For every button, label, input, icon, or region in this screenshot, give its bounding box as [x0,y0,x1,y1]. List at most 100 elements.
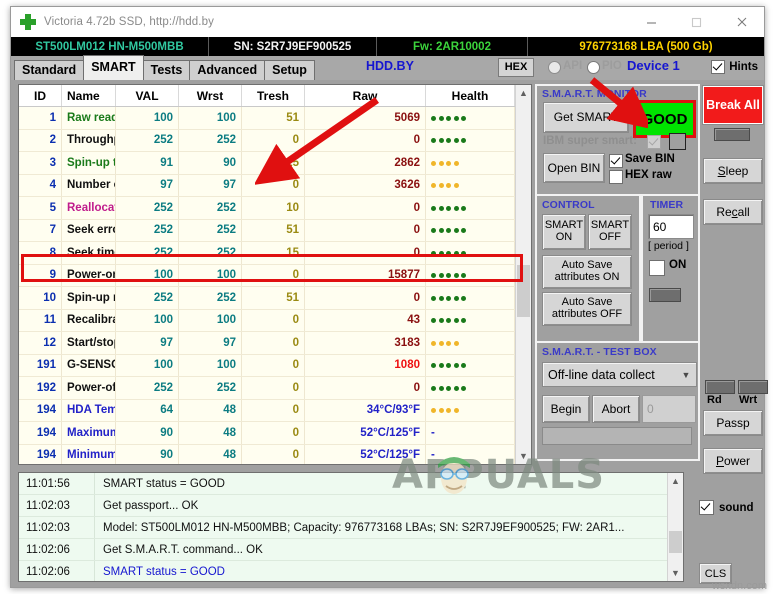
log-list: 11:01:56 SMART status = GOOD 11:02:03 Get p… [19,473,683,581]
break-all-button[interactable]: Break All [703,86,763,124]
table-row[interactable]: 7Seek error rate252252510 [19,219,515,242]
recall-button[interactable]: Recall [703,199,763,225]
begin-button[interactable]: Begin [542,395,590,423]
hex-button[interactable]: HEX [498,58,534,77]
cell-health [425,241,515,265]
timer-on-checkbox[interactable] [649,260,665,276]
table-row[interactable]: 1Raw read error rate100100515069 [19,106,515,130]
table-scrollbar[interactable]: ▲ ▼ [515,85,531,464]
table-row[interactable]: 11Recalibration retries100100043 [19,309,515,332]
table-row[interactable]: 194HDA Temperature6448034°C/93°F [19,399,515,422]
tab-advanced[interactable]: Advanced [189,60,266,80]
test-select[interactable]: Off-line data collect ▼ [542,362,697,387]
column-header-val[interactable]: VAL [115,85,179,107]
hddby-link[interactable]: HDD.BY [366,59,414,73]
minimize-button[interactable] [629,7,674,37]
column-header-name[interactable]: Name [61,85,116,107]
pio-radio[interactable] [587,61,600,74]
window-controls [629,7,764,37]
log-scrollbar[interactable]: ▲ ▼ [667,473,683,581]
drive-serial: SN: S2R7J9EF900525 [209,37,377,56]
cell-raw: 0 [304,219,426,242]
abort-button[interactable]: Abort [592,395,640,423]
column-header-health[interactable]: Health [425,85,515,107]
smart-on-button[interactable]: SMART ON [542,214,586,250]
table-row[interactable]: 3Spin-up time9190252862 [19,151,515,175]
test-select-value: Off-line data collect [548,367,655,382]
cell-id: 8 [19,241,62,265]
close-button[interactable] [719,7,764,37]
cell-name: G-SENSOR shock counter [61,354,116,377]
maximize-button[interactable] [674,7,719,37]
log-scroll-up-icon[interactable]: ▲ [668,473,683,489]
chevron-down-icon[interactable]: ▼ [676,370,696,380]
rd-label: Rd [707,394,722,406]
cell-raw: 34°C/93°F [304,399,426,422]
api-radio[interactable] [548,61,561,74]
auto-save-on-line2: attributes ON [554,271,620,283]
tab-standard[interactable]: Standard [14,60,85,80]
hints-checkbox[interactable] [711,60,726,74]
cell-val: 90 [115,444,179,464]
scroll-thumb[interactable] [517,265,530,317]
column-header-raw[interactable]: Raw [304,85,426,107]
auto-save-off-button[interactable]: Auto Save attributes OFF [542,292,632,326]
table-row[interactable]: 194Maximum temperature9048052°C/125°F- [19,421,515,445]
open-bin-button[interactable]: Open BIN [543,153,605,183]
log-panel: 11:01:56 SMART status = GOOD 11:02:03 Get p… [18,472,684,582]
sound-checkbox[interactable] [699,500,714,515]
hex-raw-checkbox[interactable] [609,170,623,184]
passp-button[interactable]: Passp [703,410,763,436]
table-row[interactable]: 10Spin-up retries252252510 [19,286,515,310]
hints-toggle[interactable]: Hints [711,60,758,74]
scroll-down-icon[interactable]: ▼ [516,448,531,464]
table-row[interactable]: 9Power-on time100100015877 [19,264,515,287]
cell-tresh: 0 [241,174,305,197]
auto-save-on-button[interactable]: Auto Save attributes ON [542,255,632,289]
log-timestamp: 11:02:06 [26,565,70,578]
table-row[interactable]: 12Start/stop count979703183 [19,331,515,355]
victoria-logo-icon [17,11,39,33]
column-header-wrst[interactable]: Wrst [178,85,242,107]
cell-name: Minimum temperature [61,444,116,464]
ibm-extra-checkbox[interactable] [669,133,686,150]
table-row[interactable]: 2Throughput perfomance25225200 [19,129,515,152]
tab-smart[interactable]: SMART [83,55,144,80]
table-row[interactable]: 4Number of spin-up times979703626 [19,174,515,197]
api-label: API [563,60,583,72]
column-header-id[interactable]: ID [19,85,62,107]
scroll-up-icon[interactable]: ▲ [516,85,531,101]
pio-label: PIO [602,60,622,72]
cell-wrst: 90 [178,151,242,175]
save-bin-checkbox[interactable] [609,154,623,168]
table-row[interactable]: 8Seek time perfomance252252150 [19,241,515,265]
sleep-button[interactable]: Sleep [703,158,763,184]
ibm-super-smart-checkbox[interactable] [647,135,661,149]
table-row[interactable]: 192Power-off retract count25225200 [19,376,515,400]
cell-raw: 0 [304,241,426,265]
cell-raw: 0 [304,286,426,310]
cell-val: 252 [115,196,179,220]
cell-raw: 0 [304,196,426,220]
table-row[interactable]: 194Minimum temperature9048052°C/125°F- [19,444,515,464]
sound-toggle[interactable]: sound [699,500,754,515]
timer-value-input[interactable]: 60 [648,214,694,239]
cell-name: Power-on time [61,264,116,287]
cell-id: 11 [19,309,62,332]
cell-val: 252 [115,376,179,400]
smart-off-button[interactable]: SMART OFF [588,214,632,250]
app-root: Victoria 4.72b SSD, http://hdd.by ST500L… [0,0,773,594]
table-row[interactable]: 191G-SENSOR shock counter10010001080 [19,354,515,377]
cell-tresh: 0 [241,376,305,400]
tab-tests[interactable]: Tests [142,60,191,80]
timer-period-label: [ period ] [648,240,689,252]
get-smart-button[interactable]: Get SMART [543,102,629,133]
log-scroll-down-icon[interactable]: ▼ [668,565,683,581]
column-header-tresh[interactable]: Tresh [241,85,305,107]
power-button[interactable]: Power [703,448,763,474]
cell-wrst: 252 [178,376,242,400]
cell-health [425,151,515,175]
log-scroll-thumb[interactable] [669,531,682,553]
tab-setup[interactable]: Setup [264,60,315,80]
table-row[interactable]: 5Reallocated sector count252252100 [19,196,515,220]
